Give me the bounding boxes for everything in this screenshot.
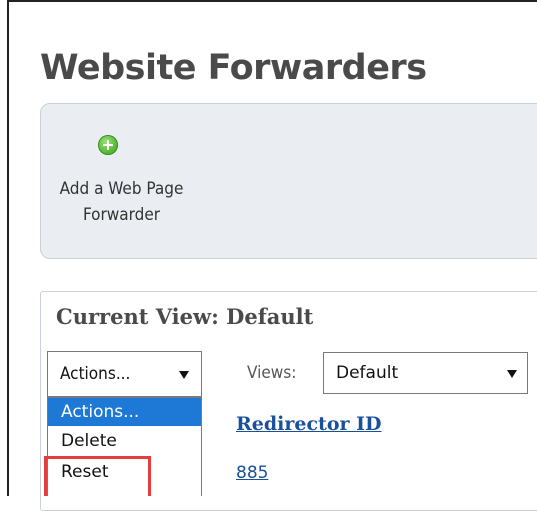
- chevron-down-icon: [179, 371, 189, 379]
- views-select[interactable]: Default: [323, 352, 528, 394]
- chevron-down-icon: [507, 370, 517, 378]
- views-select-value: Default: [336, 363, 399, 383]
- option-delete[interactable]: Delete: [48, 427, 201, 455]
- current-view-title: Current View: Default: [56, 304, 314, 329]
- add-web-page-forwarder-button[interactable]: Add a Web Page Forwarder: [41, 104, 203, 260]
- add-forwarder-label: Add a Web Page Forwarder: [51, 176, 192, 228]
- actions-select[interactable]: Actions...: [47, 351, 202, 397]
- actions-select-value: Actions...: [60, 364, 131, 384]
- add-forwarder-label-line1: Add a Web Page: [59, 179, 184, 199]
- page-title: Website Forwarders: [40, 48, 427, 88]
- plus-circle-icon: [98, 135, 118, 155]
- actions-dropdown-list: Actions... Delete Reset: [47, 397, 202, 496]
- views-label: Views:: [247, 363, 297, 383]
- option-reset[interactable]: Reset: [48, 458, 201, 486]
- table-row-redirector-id-link[interactable]: 885: [236, 463, 268, 483]
- column-header-redirector-id[interactable]: Redirector ID: [236, 413, 382, 435]
- toolbar-panel: Add a Web Page Forwarder: [40, 103, 537, 259]
- option-actions[interactable]: Actions...: [48, 398, 201, 426]
- add-forwarder-label-line2: Forwarder: [82, 205, 161, 225]
